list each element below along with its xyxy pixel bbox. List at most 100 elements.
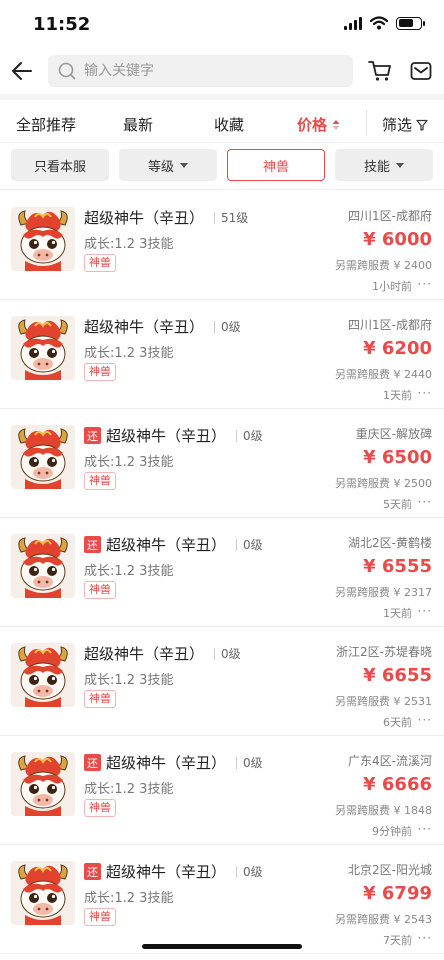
item-fee: 另需跨服费 ¥ 2500 bbox=[335, 477, 432, 490]
search-input[interactable] bbox=[84, 63, 334, 79]
item-growth: 成长:1.2 3技能 bbox=[84, 564, 174, 579]
listing-item[interactable]: 还 超级神牛（辛丑） 0级 成长:1.2 3技能 神兽 广东4区-流溪河 ¥ 6… bbox=[0, 736, 444, 845]
filter-icon bbox=[416, 119, 428, 131]
tab-latest[interactable]: 最新 bbox=[123, 114, 153, 135]
listing-item[interactable]: 还 超级神牛（辛丑） 0级 成长:1.2 3技能 神兽 重庆区-解放碑 ¥ 65… bbox=[0, 409, 444, 518]
item-price: ¥ 6555 bbox=[363, 556, 432, 577]
mail-icon bbox=[410, 62, 432, 80]
item-fee: 另需跨服费 ¥ 2531 bbox=[335, 695, 432, 708]
battery-icon bbox=[396, 16, 425, 30]
wifi-icon bbox=[370, 16, 388, 30]
home-indicator bbox=[142, 944, 302, 949]
tab-favorites[interactable]: 收藏 bbox=[214, 114, 244, 135]
item-tag: 神兽 bbox=[84, 908, 116, 926]
pet-thumbnail bbox=[11, 534, 75, 598]
listing-item[interactable]: 超级神牛（辛丑） 0级 成长:1.2 3技能 神兽 浙江2区-苏堤春晓 ¥ 66… bbox=[0, 627, 444, 736]
item-fee: 另需跨服费 ¥ 2317 bbox=[335, 586, 432, 599]
pet-thumbnail bbox=[11, 752, 75, 816]
return-badge: 还 bbox=[84, 863, 101, 880]
search-icon bbox=[58, 62, 76, 80]
listing-item[interactable]: 还 超级神牛（辛丑） 0级 成长:1.2 3技能 神兽 北京2区-阳光城 ¥ 6… bbox=[0, 845, 444, 954]
pet-thumbnail bbox=[11, 861, 75, 925]
item-title-row: 还 超级神牛（辛丑） 0级 bbox=[84, 752, 263, 773]
item-level: 0级 bbox=[236, 538, 263, 551]
search-header bbox=[0, 48, 444, 94]
back-button[interactable] bbox=[6, 55, 38, 87]
item-growth: 成长:1.2 3技能 bbox=[84, 237, 174, 252]
status-time: 11:52 bbox=[33, 14, 91, 35]
more-options-icon[interactable]: ··· bbox=[418, 277, 432, 291]
ox-avatar-icon bbox=[11, 752, 75, 816]
listing-item[interactable]: 超级神牛（辛丑） 0级 成长:1.2 3技能 神兽 四川1区-成都府 ¥ 620… bbox=[0, 300, 444, 409]
item-time: 1小时前 bbox=[372, 280, 412, 293]
chevron-down-icon bbox=[180, 162, 188, 168]
chip-level[interactable]: 等级 bbox=[119, 149, 217, 181]
item-tag: 神兽 bbox=[84, 472, 116, 490]
tab-all-recommended[interactable]: 全部推荐 bbox=[16, 114, 76, 135]
item-server: 广东4区-流溪河 bbox=[348, 754, 432, 768]
item-level: 0级 bbox=[236, 429, 263, 442]
item-fee: 另需跨服费 ¥ 2400 bbox=[335, 259, 432, 272]
sort-tabs: 全部推荐 最新 收藏 价格 筛选 bbox=[0, 94, 444, 142]
item-tag: 神兽 bbox=[84, 799, 116, 817]
item-title: 超级神牛（辛丑） bbox=[84, 318, 205, 336]
tab-price[interactable]: 价格 bbox=[297, 114, 340, 135]
sort-arrows-icon bbox=[332, 119, 340, 130]
item-price: ¥ 6799 bbox=[363, 883, 432, 904]
ox-avatar-icon bbox=[11, 861, 75, 925]
item-level: 0级 bbox=[214, 320, 241, 333]
more-options-icon[interactable]: ··· bbox=[418, 713, 432, 727]
chip-skills[interactable]: 技能 bbox=[335, 149, 433, 181]
chevron-down-icon bbox=[396, 162, 404, 168]
item-title-row: 还 超级神牛（辛丑） 0级 bbox=[84, 534, 263, 555]
item-price: ¥ 6200 bbox=[363, 338, 432, 359]
item-time: 1天前 bbox=[383, 389, 412, 402]
listing-item[interactable]: 还 超级神牛（辛丑） 0级 成长:1.2 3技能 神兽 湖北2区-黄鹤楼 ¥ 6… bbox=[0, 518, 444, 627]
ox-avatar-icon bbox=[11, 643, 75, 707]
item-tag: 神兽 bbox=[84, 581, 116, 599]
item-title: 超级神牛（辛丑） bbox=[106, 754, 227, 772]
item-server: 北京2区-阳光城 bbox=[348, 863, 432, 877]
item-tag: 神兽 bbox=[84, 363, 116, 381]
search-bar[interactable] bbox=[48, 55, 353, 87]
more-options-icon[interactable]: ··· bbox=[418, 604, 432, 618]
item-server: 四川1区-成都府 bbox=[348, 209, 432, 223]
listing-item[interactable]: 超级神牛（辛丑） 51级 成长:1.2 3技能 神兽 四川1区-成都府 ¥ 60… bbox=[0, 191, 444, 300]
pet-thumbnail bbox=[11, 425, 75, 489]
more-options-icon[interactable]: ··· bbox=[418, 822, 432, 836]
listing-list: 超级神牛（辛丑） 51级 成长:1.2 3技能 神兽 四川1区-成都府 ¥ 60… bbox=[0, 191, 444, 954]
tab-filter[interactable]: 筛选 bbox=[382, 114, 428, 135]
item-growth: 成长:1.2 3技能 bbox=[84, 782, 174, 797]
status-icons bbox=[344, 16, 425, 30]
tab-price-label: 价格 bbox=[297, 116, 328, 134]
more-options-icon[interactable]: ··· bbox=[418, 931, 432, 945]
more-options-icon[interactable]: ··· bbox=[418, 495, 432, 509]
item-server: 四川1区-成都府 bbox=[348, 318, 432, 332]
item-title-row: 还 超级神牛（辛丑） 0级 bbox=[84, 425, 263, 446]
return-badge: 还 bbox=[84, 754, 101, 771]
item-title: 超级神牛（辛丑） bbox=[84, 645, 205, 663]
item-growth: 成长:1.2 3技能 bbox=[84, 673, 174, 688]
tab-divider bbox=[366, 110, 367, 136]
return-badge: 还 bbox=[84, 536, 101, 553]
item-price: ¥ 6666 bbox=[363, 774, 432, 795]
ox-avatar-icon bbox=[11, 534, 75, 598]
chip-label: 等级 bbox=[147, 159, 174, 175]
return-badge: 还 bbox=[84, 427, 101, 444]
cart-button[interactable] bbox=[366, 57, 394, 85]
item-fee: 另需跨服费 ¥ 1848 bbox=[335, 804, 432, 817]
item-price: ¥ 6000 bbox=[363, 229, 432, 250]
item-title: 超级神牛（辛丑） bbox=[106, 863, 227, 881]
chip-label: 神兽 bbox=[262, 159, 289, 175]
item-title-row: 超级神牛（辛丑） 0级 bbox=[84, 643, 241, 664]
ox-avatar-icon bbox=[11, 207, 75, 271]
chip-divine-beast[interactable]: 神兽 bbox=[227, 149, 325, 181]
item-level: 0级 bbox=[236, 756, 263, 769]
item-fee: 另需跨服费 ¥ 2543 bbox=[335, 913, 432, 926]
more-options-icon[interactable]: ··· bbox=[418, 386, 432, 400]
item-level: 51级 bbox=[214, 211, 248, 224]
back-arrow-icon bbox=[12, 62, 32, 80]
chip-label: 技能 bbox=[363, 159, 390, 175]
message-button[interactable] bbox=[407, 57, 435, 85]
chip-this-server[interactable]: 只看本服 bbox=[11, 149, 109, 181]
